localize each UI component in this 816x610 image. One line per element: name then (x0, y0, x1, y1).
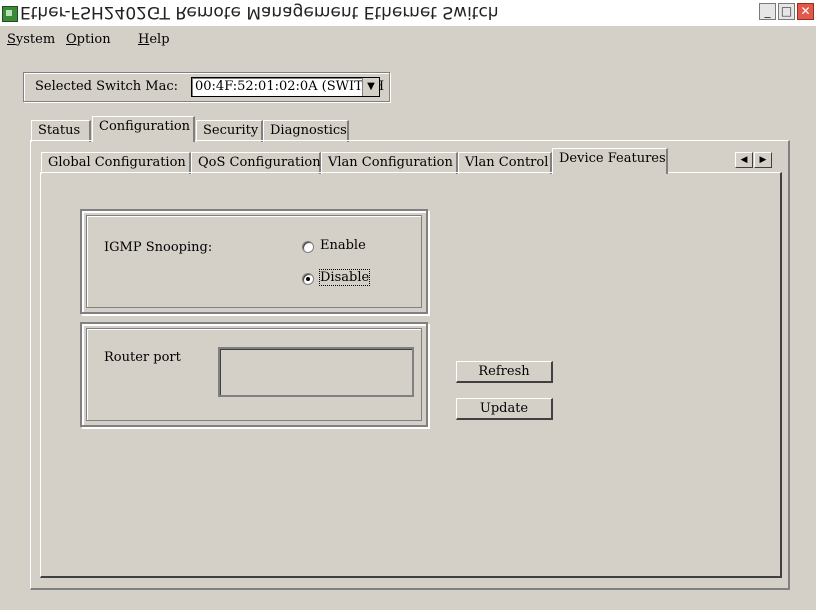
triangle-left-icon[interactable]: ◀ (735, 152, 753, 168)
close-button[interactable]: ✕ (797, 3, 814, 20)
igmp-enable-label[interactable]: Enable (320, 238, 366, 253)
app-window: Ether-FSH2402GT Remote Management Ethern… (0, 0, 816, 610)
router-port-list[interactable] (218, 347, 414, 397)
title-bar: Ether-FSH2402GT Remote Management Ethern… (0, 0, 816, 26)
igmp-disable-label[interactable]: Disable (318, 269, 371, 286)
mac-select-value: 00:4F:52:01:02:0A (SWITCH (195, 79, 385, 94)
menu-system[interactable]: System (7, 32, 55, 47)
triangle-right-icon[interactable]: ▶ (754, 152, 772, 168)
chevron-down-icon[interactable]: ▼ (362, 78, 379, 96)
tab-vlan-control[interactable]: Vlan Control (458, 152, 552, 174)
tab-status[interactable]: Status (31, 120, 91, 142)
tab-security[interactable]: Security (196, 120, 263, 142)
app-icon (2, 6, 18, 22)
igmp-enable-radio[interactable] (302, 241, 314, 253)
tab-qos-configuration[interactable]: QoS Configuration (191, 152, 321, 174)
mac-label: Selected Switch Mac: (35, 79, 179, 94)
igmp-label: IGMP Snooping: (104, 240, 213, 255)
mac-select[interactable]: 00:4F:52:01:02:0A (SWITCH ▼ (191, 77, 384, 97)
igmp-group-inner (86, 215, 422, 308)
menu-help[interactable]: Help (138, 32, 170, 47)
maximize-button[interactable]: □ (778, 3, 795, 20)
update-button[interactable]: Update (456, 398, 553, 420)
tab-global-configuration[interactable]: Global Configuration (41, 152, 191, 174)
refresh-button[interactable]: Refresh (456, 361, 553, 383)
menu-bar: System Option Help (0, 30, 816, 50)
window-title: Ether-FSH2402GT Remote Management Ethern… (20, 2, 499, 22)
tab-device-features[interactable]: Device Features (552, 148, 668, 174)
tab-diagnostics[interactable]: Diagnostics (263, 120, 349, 142)
menu-option[interactable]: Option (66, 32, 111, 47)
tab-scroll-controls: ◀ ▶ (735, 152, 775, 168)
router-port-label: Router port (104, 350, 181, 365)
igmp-disable-radio[interactable] (302, 273, 314, 285)
minimize-button[interactable]: _ (759, 3, 776, 20)
mac-selector-group: Selected Switch Mac: 00:4F:52:01:02:0A (… (23, 72, 390, 102)
tab-vlan-configuration[interactable]: Vlan Configuration (321, 152, 458, 174)
tab-configuration[interactable]: Configuration (92, 116, 195, 142)
